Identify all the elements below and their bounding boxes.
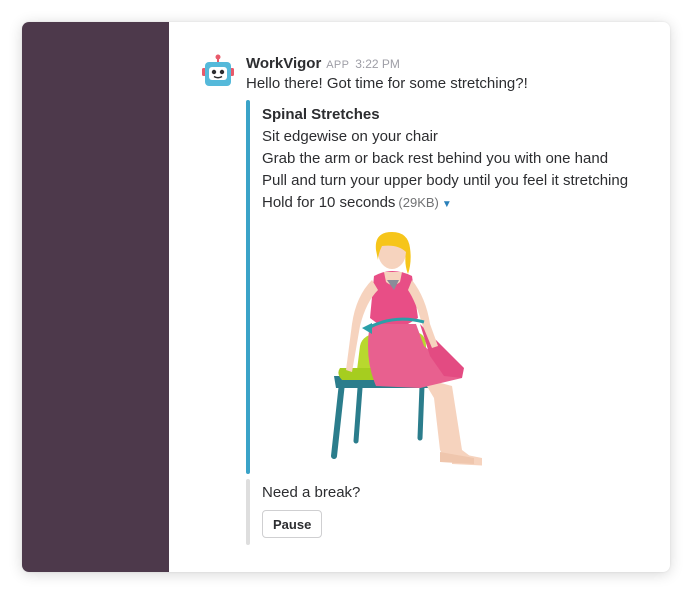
timestamp[interactable]: 3:22 PM [355, 57, 400, 71]
attachment-gray-bar [246, 479, 250, 545]
sidebar [22, 22, 169, 572]
app-badge: APP [326, 59, 350, 71]
stretch-attachment: Spinal Stretches Sit edgewise on your ch… [246, 100, 646, 474]
spinal-stretch-illustration[interactable] [312, 228, 482, 468]
pause-button[interactable]: Pause [262, 510, 323, 538]
break-prompt-text: Need a break? [262, 484, 361, 501]
file-size: (29KB) [398, 195, 439, 210]
slack-window: WorkVigor APP 3:22 PM Hello there! Got tim… [22, 22, 670, 572]
instruction-line: Pull and turn your upper body until you … [262, 172, 629, 189]
instruction-text: Hold for 10 seconds [262, 194, 396, 211]
message-pane: WorkVigor APP 3:22 PM Hello there! Got tim… [169, 22, 670, 572]
message-text: Hello there! Got time for some stretchin… [246, 75, 528, 92]
sender-name[interactable]: WorkVigor [246, 55, 321, 72]
attachment-accent-bar [246, 100, 250, 474]
attachment-title: Spinal Stretches [262, 106, 380, 123]
robot-avatar-icon[interactable] [201, 54, 235, 88]
caret-down-icon[interactable]: ▼ [442, 199, 452, 210]
instruction-line: Grab the arm or back rest behind you wit… [262, 150, 609, 167]
instruction-line-last: Hold for 10 seconds (29KB) ▼ [262, 192, 628, 216]
instruction-line: Sit edgewise on your chair [262, 128, 438, 145]
break-prompt-attachment: Need a break? Pause [246, 479, 546, 545]
message-header: WorkVigor APP 3:22 PM [246, 55, 400, 75]
